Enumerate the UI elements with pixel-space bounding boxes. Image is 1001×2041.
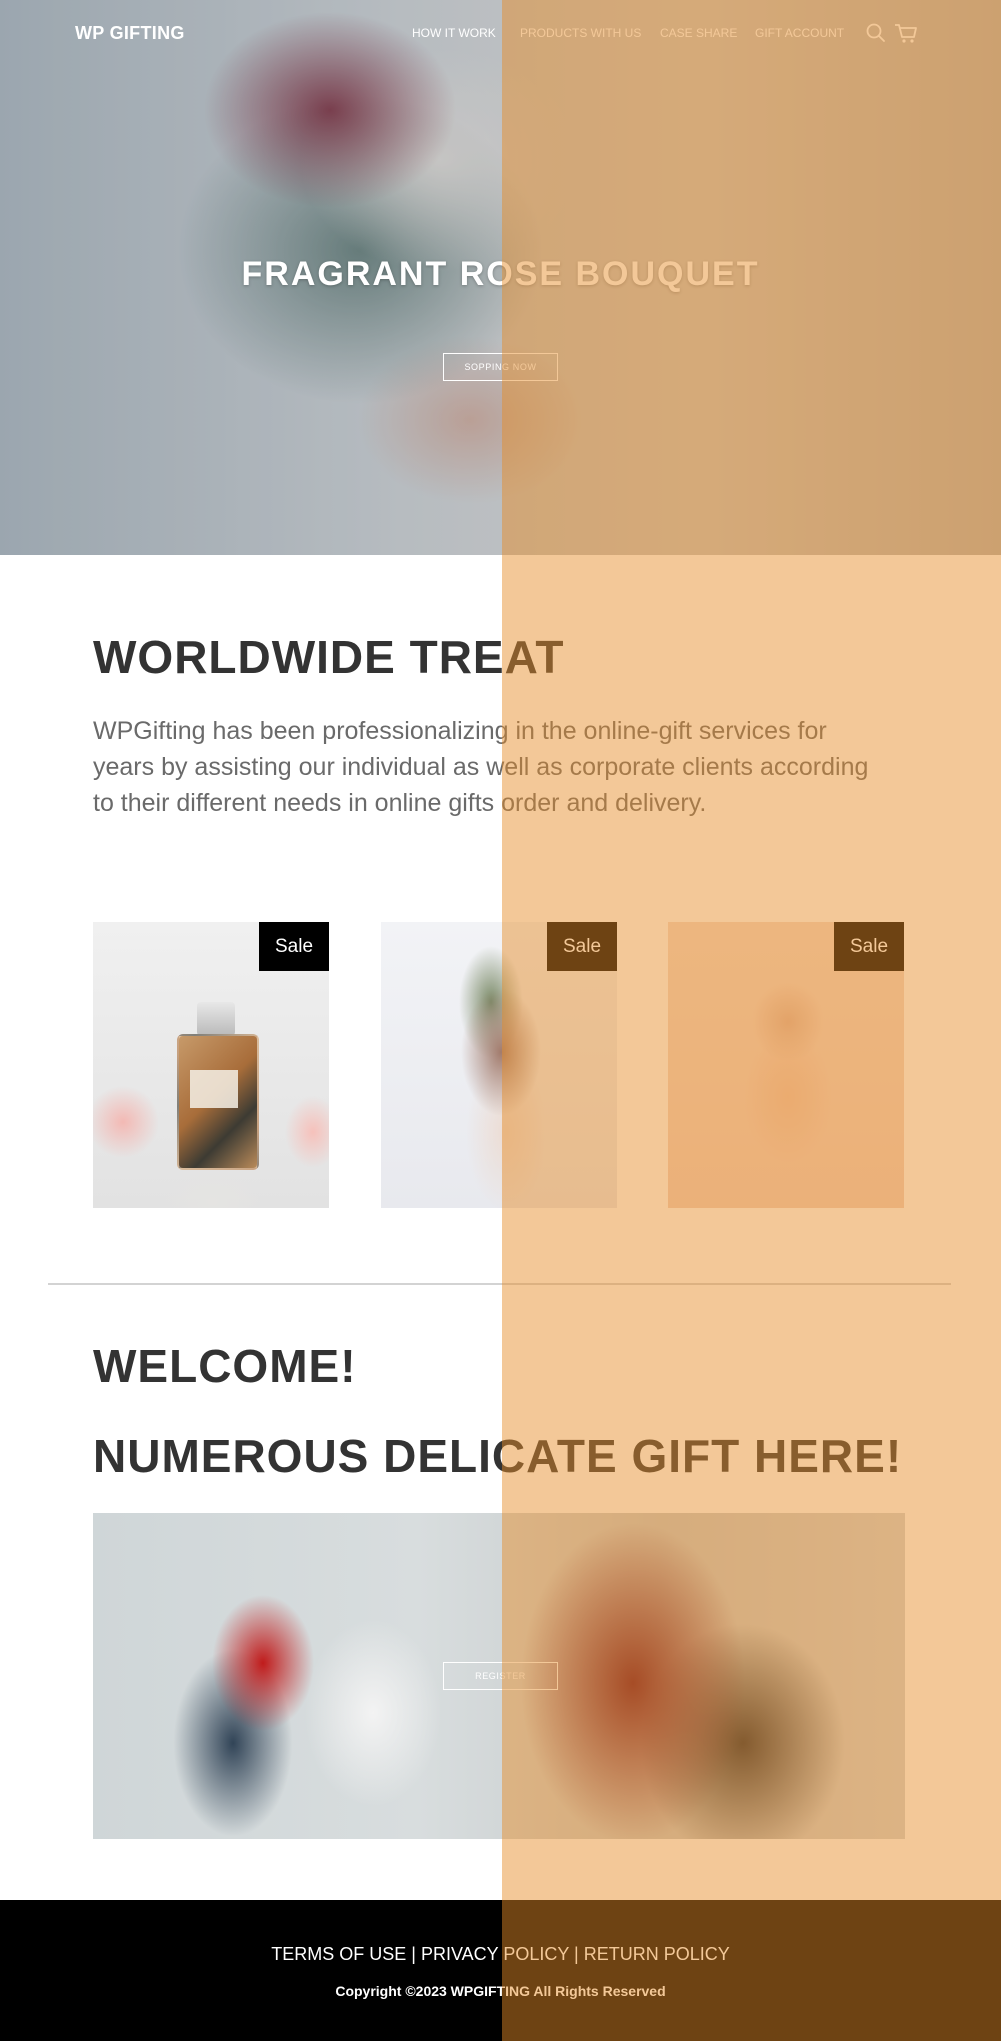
shop-now-button[interactable]: SOPPING NOW: [443, 353, 558, 381]
sale-badge: Sale: [547, 922, 617, 971]
product-card-perfume[interactable]: Sale: [93, 922, 329, 1208]
nav-link-products-with-us[interactable]: PRODUCTS WITH US: [520, 26, 641, 40]
nav-link-gift-account[interactable]: GIFT ACCOUNT: [755, 26, 844, 40]
product-card-bouquet-white[interactable]: Sale: [381, 922, 617, 1208]
top-navigation: WP GIFTING HOW IT WORK PRODUCTS WITH US …: [0, 0, 1001, 70]
hero-title: FRAGRANT ROSE BOUQUET: [241, 255, 760, 293]
cart-icon[interactable]: [894, 22, 917, 44]
sale-badge: Sale: [259, 922, 329, 971]
copyright-text: Copyright ©2023 WPGIFTING All Rights Res…: [335, 1983, 666, 1999]
section-divider: [48, 1283, 951, 1285]
footer-link-return[interactable]: RETURN POLICY: [584, 1944, 730, 1964]
register-button[interactable]: REGISTER: [443, 1662, 558, 1690]
sale-badge: Sale: [834, 922, 904, 971]
footer-separator: |: [406, 1944, 421, 1964]
site-logo[interactable]: WP GIFTING: [75, 23, 185, 44]
footer-separator: |: [569, 1944, 584, 1964]
search-icon[interactable]: [865, 22, 887, 44]
welcome-title: WELCOME!: [93, 1340, 357, 1392]
footer-link-terms[interactable]: TERMS OF USE: [271, 1944, 406, 1964]
perfume-bottle-cap: [197, 1002, 235, 1036]
hero-banner: WP GIFTING HOW IT WORK PRODUCTS WITH US …: [0, 0, 1001, 555]
product-card-bouquet-pink[interactable]: Sale: [668, 922, 904, 1208]
nav-link-how-it-work[interactable]: HOW IT WORK: [412, 26, 496, 40]
about-description: WPGifting has been professionalizing in …: [93, 717, 869, 817]
perfume-label: [190, 1070, 238, 1108]
nav-link-case-share[interactable]: CASE SHARE: [660, 26, 737, 40]
footer-links: TERMS OF USE | PRIVACY POLICY | RETURN P…: [0, 1944, 1001, 1965]
shopping-banner: REGISTER: [93, 1513, 905, 1839]
footer-link-privacy[interactable]: PRIVACY POLICY: [421, 1944, 569, 1964]
welcome-subtitle: NUMEROUS DELICATE GIFT HERE!: [93, 1430, 903, 1482]
about-title: WORLDWIDE TREAT: [93, 631, 565, 683]
footer: TERMS OF USE | PRIVACY POLICY | RETURN P…: [0, 1900, 1001, 2041]
